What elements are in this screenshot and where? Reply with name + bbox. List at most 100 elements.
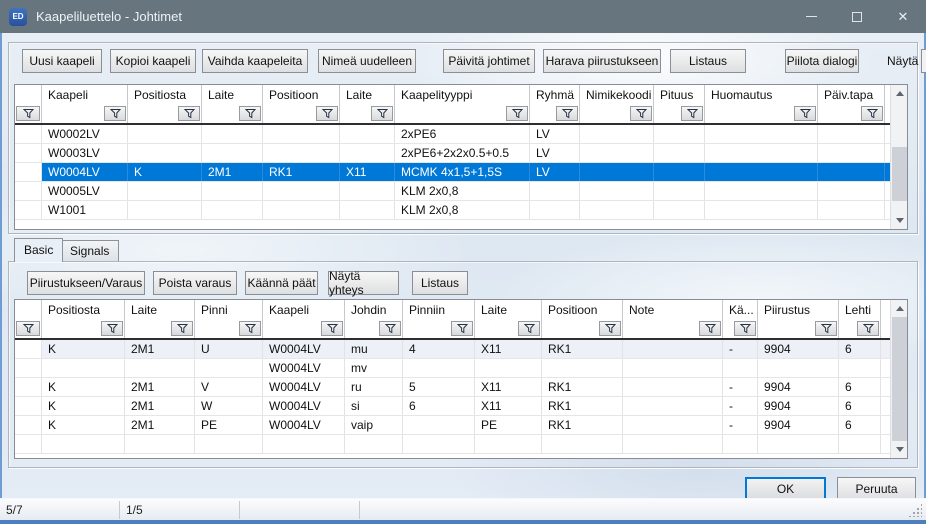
- filter-icon[interactable]: [321, 321, 343, 336]
- column-header[interactable]: Pinniin: [403, 300, 475, 320]
- filter-icon[interactable]: [171, 321, 193, 336]
- scroll-up-icon[interactable]: [891, 300, 908, 317]
- column-header[interactable]: Kaapeli: [42, 85, 128, 105]
- filter-cell[interactable]: [340, 105, 395, 123]
- filter-cell[interactable]: [195, 320, 263, 338]
- wire-table[interactable]: PositiostaLaitePinniKaapeliJohdinPinniin…: [14, 299, 908, 459]
- column-header[interactable]: Laite: [340, 85, 395, 105]
- filter-icon[interactable]: [599, 321, 621, 336]
- column-header[interactable]: Positiosta: [128, 85, 202, 105]
- column-header[interactable]: Note: [623, 300, 723, 320]
- filter-icon[interactable]: [16, 106, 40, 121]
- table-row[interactable]: K2M1PEW0004LVvaipPERK1-99046: [15, 416, 890, 435]
- table-row[interactable]: W0002LV2xPE6LV: [15, 125, 890, 144]
- ok-button[interactable]: OK: [745, 477, 826, 500]
- show-connection-button[interactable]: Näytä yhteys: [328, 271, 399, 295]
- column-header[interactable]: Johdin: [345, 300, 403, 320]
- filter-icon[interactable]: [518, 321, 540, 336]
- table-row[interactable]: K2M1WW0004LVsi6X11RK1-99046: [15, 397, 890, 416]
- column-header[interactable]: Pinni: [195, 300, 263, 320]
- rename-button[interactable]: Nimeä uudelleen: [318, 49, 416, 73]
- table-row[interactable]: W1001KLM 2x0,8: [15, 201, 890, 220]
- filter-icon[interactable]: [239, 106, 261, 121]
- filter-cell[interactable]: [395, 105, 530, 123]
- filter-cell[interactable]: [403, 320, 475, 338]
- column-header[interactable]: Kaapelityyppi: [395, 85, 530, 105]
- table-row[interactable]: K2M1VW0004LVru5X11RK1-99046: [15, 378, 890, 397]
- rake-to-drawing-button[interactable]: Harava piirustukseen: [543, 49, 661, 73]
- filter-icon[interactable]: [316, 106, 338, 121]
- filter-cell[interactable]: [839, 320, 881, 338]
- filter-cell[interactable]: [202, 105, 263, 123]
- column-header[interactable]: Laite: [202, 85, 263, 105]
- filter-icon[interactable]: [556, 106, 578, 121]
- filter-cell[interactable]: [723, 320, 758, 338]
- listing-button-2[interactable]: Listaus: [412, 271, 468, 295]
- filter-cell[interactable]: [530, 105, 580, 123]
- column-header[interactable]: Huomautus: [705, 85, 818, 105]
- filter-icon[interactable]: [699, 321, 721, 336]
- tab-basic[interactable]: Basic: [14, 238, 63, 262]
- tab-signals[interactable]: Signals: [60, 240, 119, 262]
- scrollbar-thumb[interactable]: [892, 317, 907, 441]
- cable-table-scrollbar[interactable]: [890, 85, 907, 229]
- remove-reserve-button[interactable]: Poista varaus: [153, 271, 237, 295]
- scroll-up-icon[interactable]: [891, 85, 908, 102]
- filter-cell[interactable]: [263, 105, 340, 123]
- column-header[interactable]: Piirustus: [758, 300, 839, 320]
- column-header[interactable]: Positioon: [263, 85, 340, 105]
- update-conductors-button[interactable]: Päivitä johtimet: [443, 49, 535, 73]
- scroll-down-icon[interactable]: [891, 441, 908, 458]
- filter-cell[interactable]: [42, 320, 125, 338]
- cable-table[interactable]: KaapeliPositiostaLaitePositioonLaiteKaap…: [14, 84, 908, 230]
- filter-cell[interactable]: [542, 320, 623, 338]
- filter-cell[interactable]: [758, 320, 839, 338]
- cancel-button[interactable]: Peruuta: [837, 477, 916, 500]
- scrollbar-thumb[interactable]: [892, 147, 907, 201]
- wire-table-scrollbar[interactable]: [890, 300, 907, 458]
- filter-cell[interactable]: [42, 105, 128, 123]
- filter-cell[interactable]: [15, 320, 42, 338]
- table-row[interactable]: W0004LVK2M1RK1X11MCMK 4x1,5+1,5SLV: [15, 163, 890, 182]
- column-header[interactable]: Laite: [475, 300, 542, 320]
- filter-cell[interactable]: [475, 320, 542, 338]
- close-button[interactable]: ✕: [880, 0, 926, 33]
- scroll-down-icon[interactable]: [891, 212, 908, 229]
- filter-cell[interactable]: [654, 105, 705, 123]
- to-drawing-reserve-button[interactable]: Piirustukseen/Varaus: [27, 271, 145, 295]
- column-header[interactable]: Laite: [125, 300, 195, 320]
- new-cable-button[interactable]: Uusi kaapeli: [22, 49, 102, 73]
- filter-icon[interactable]: [857, 321, 879, 336]
- filter-cell[interactable]: [15, 105, 42, 123]
- column-header[interactable]: Kä...: [723, 300, 758, 320]
- filter-icon[interactable]: [104, 106, 126, 121]
- filter-icon[interactable]: [681, 106, 703, 121]
- filter-icon[interactable]: [815, 321, 837, 336]
- filter-icon[interactable]: [794, 106, 816, 121]
- resize-grip[interactable]: [908, 503, 922, 517]
- filter-cell[interactable]: [263, 320, 345, 338]
- filter-icon[interactable]: [379, 321, 401, 336]
- filter-icon[interactable]: [861, 106, 883, 121]
- column-header[interactable]: Ryhmä: [530, 85, 580, 105]
- filter-cell[interactable]: [818, 105, 885, 123]
- clipped-button[interactable]: [921, 49, 926, 73]
- minimize-button[interactable]: [788, 0, 834, 33]
- hide-dialog-button[interactable]: Piilota dialogi: [785, 49, 859, 73]
- column-header[interactable]: Positioon: [542, 300, 623, 320]
- filter-icon[interactable]: [734, 321, 756, 336]
- swap-cables-button[interactable]: Vaihda kaapeleita: [202, 49, 308, 73]
- filter-cell[interactable]: [705, 105, 818, 123]
- table-row[interactable]: W0005LVKLM 2x0,8: [15, 182, 890, 201]
- maximize-button[interactable]: [834, 0, 880, 33]
- filter-cell[interactable]: [345, 320, 403, 338]
- filter-icon[interactable]: [101, 321, 123, 336]
- column-header[interactable]: Pituus: [654, 85, 705, 105]
- flip-ends-button[interactable]: Käännä päät: [245, 271, 318, 295]
- table-row[interactable]: [15, 435, 890, 454]
- filter-icon[interactable]: [16, 321, 40, 336]
- filter-icon[interactable]: [371, 106, 393, 121]
- copy-cable-button[interactable]: Kopioi kaapeli: [110, 49, 196, 73]
- filter-cell[interactable]: [125, 320, 195, 338]
- column-header[interactable]: Päiv.tapa: [818, 85, 885, 105]
